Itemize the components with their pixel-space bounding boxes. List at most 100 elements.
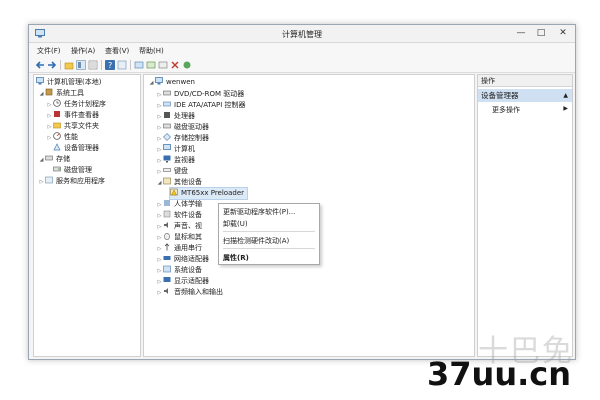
chevron-right-icon[interactable]: ▷ — [46, 133, 53, 144]
scan-hardware-icon[interactable] — [134, 60, 144, 70]
device-category-audio-io[interactable]: ▷ 音频输入和输出 — [156, 287, 223, 298]
device-category-label: 磁盘驱动器 — [174, 123, 209, 131]
context-scan-hardware[interactable]: 扫描检测硬件改动(A) — [223, 236, 289, 246]
device-tree-root-label: wenwen — [166, 78, 195, 86]
help-icon[interactable]: ? — [105, 60, 115, 70]
network-adapter-icon — [163, 254, 171, 262]
tree-item-label: 磁盘管理 — [64, 166, 92, 174]
device-category-label: 存储控制器 — [174, 134, 209, 142]
tree-item-label: 任务计划程序 — [64, 100, 106, 108]
chevron-right-icon[interactable]: ▷ — [156, 288, 163, 299]
device-category-ide[interactable]: ▷ IDE ATA/ATAPI 控制器 — [156, 100, 246, 111]
tree-item-disk-management[interactable]: 磁盘管理 — [53, 165, 92, 176]
tree-item-shared-folders[interactable]: ▷ 共享文件夹 — [46, 121, 99, 132]
update-driver-icon[interactable] — [146, 60, 156, 70]
up-folder-icon[interactable] — [64, 60, 74, 70]
device-category-storage-controllers[interactable]: ▷ 存储控制器 — [156, 133, 209, 144]
device-tree-root[interactable]: ◢ wenwen — [148, 77, 195, 88]
warning-device-icon — [170, 188, 178, 196]
context-properties[interactable]: 属性(R) — [223, 253, 249, 263]
collapse-arrow-icon[interactable]: ▲ — [563, 89, 568, 102]
device-mt65xx-preloader[interactable]: MT65xx Preloader — [168, 187, 249, 200]
maximize-button[interactable]: □ — [531, 25, 551, 42]
show-hide-tree-icon[interactable] — [76, 60, 86, 70]
usb-icon — [163, 243, 171, 251]
minimize-button[interactable]: — — [511, 25, 531, 42]
device-category-display-adapters[interactable]: ▷ 显示适配器 — [156, 276, 209, 287]
menu-file[interactable]: 文件(F) — [37, 46, 61, 56]
device-category-label: 其他设备 — [174, 178, 202, 186]
device-category-usb[interactable]: ▷ 通用串行 — [156, 243, 202, 254]
storage-icon — [45, 154, 53, 162]
context-separator — [223, 248, 315, 249]
device-category-computer[interactable]: ▷ 计算机 — [156, 144, 195, 155]
storage-controller-icon — [163, 133, 171, 141]
toolbar-separator — [60, 60, 61, 70]
device-category-software-devices[interactable]: ▷ 软件设备 — [156, 210, 202, 221]
tree-item-label: 共享文件夹 — [64, 122, 99, 130]
device-category-hid[interactable]: ▷ 人体学输 — [156, 199, 202, 210]
ide-controller-icon — [163, 100, 171, 108]
properties-icon[interactable] — [117, 60, 127, 70]
tree-item-label: 性能 — [64, 133, 78, 141]
menu-help[interactable]: 帮助(H) — [139, 46, 164, 56]
hid-icon — [163, 199, 171, 207]
chevron-down-icon[interactable]: ◢ — [38, 89, 45, 100]
device-category-network-adapters[interactable]: ▷ 网络适配器 — [156, 254, 209, 265]
back-arrow-icon[interactable] — [35, 60, 45, 70]
tree-item-task-scheduler[interactable]: ▷ 任务计划程序 — [46, 99, 106, 110]
device-category-label: 键盘 — [174, 167, 188, 175]
computer-icon — [36, 77, 44, 85]
system-device-icon — [163, 265, 171, 273]
device-category-other-devices[interactable]: ◢ 其他设备 — [156, 177, 202, 188]
device-category-monitors[interactable]: ▷ 监视器 — [156, 155, 195, 166]
uninstall-device-icon[interactable] — [170, 60, 180, 70]
device-category-keyboards[interactable]: ▷ 键盘 — [156, 166, 188, 177]
device-category-system-devices[interactable]: ▷ 系统设备 — [156, 265, 202, 276]
forward-arrow-icon[interactable] — [47, 60, 57, 70]
device-category-disk-drives[interactable]: ▷ 磁盘驱动器 — [156, 122, 209, 133]
context-update-driver[interactable]: 更新驱动程序软件(P)... — [223, 207, 295, 217]
actions-group-device-manager[interactable]: 设备管理器 ▲ — [478, 89, 572, 102]
processor-icon — [163, 111, 171, 119]
context-uninstall[interactable]: 卸载(U) — [223, 219, 248, 229]
device-category-label: 人体学输 — [174, 200, 202, 208]
tree-item-performance[interactable]: ▷ 性能 — [46, 132, 78, 143]
monitor-icon — [163, 155, 171, 163]
device-category-processor[interactable]: ▷ 处理器 — [156, 111, 195, 122]
disable-device-icon[interactable] — [158, 60, 168, 70]
toolbar: ? — [29, 57, 575, 73]
menu-action[interactable]: 操作(A) — [71, 46, 95, 56]
clock-icon — [53, 99, 61, 107]
more-actions-item[interactable]: 更多操作 — [492, 105, 520, 115]
device-category-sound[interactable]: ▷ 声音、视 — [156, 221, 202, 232]
event-viewer-icon — [53, 110, 61, 118]
performance-icon — [53, 132, 61, 140]
svg-text:?: ? — [108, 61, 112, 70]
tree-item-event-viewer[interactable]: ▷ 事件查看器 — [46, 110, 99, 121]
device-category-label: 网络适配器 — [174, 255, 209, 263]
speaker-icon — [163, 221, 171, 229]
tree-item-storage[interactable]: ◢ 存储 — [38, 154, 70, 165]
close-button[interactable]: ✕ — [553, 25, 573, 42]
device-category-label: 鼠标和其 — [174, 233, 202, 241]
actions-header: 操作 — [478, 75, 572, 87]
list-view-icon[interactable] — [88, 60, 98, 70]
tree-item-services-applications[interactable]: ▷ 服务和应用程序 — [38, 176, 105, 187]
submenu-arrow-icon[interactable]: ▶ — [563, 105, 568, 112]
device-category-label: 计算机 — [174, 145, 195, 153]
menu-view[interactable]: 查看(V) — [105, 46, 129, 56]
device-category-mice[interactable]: ▷ 鼠标和其 — [156, 232, 202, 243]
enable-device-icon[interactable] — [182, 60, 192, 70]
device-category-dvd[interactable]: ▷ DVD/CD-ROM 驱动器 — [156, 89, 245, 100]
toolbar-separator — [101, 60, 102, 70]
chevron-down-icon[interactable]: ◢ — [156, 178, 163, 189]
tree-item-system-tools[interactable]: ◢ 系统工具 — [38, 88, 84, 99]
tree-item-label: 存储 — [56, 155, 70, 163]
chevron-right-icon[interactable]: ▷ — [38, 177, 45, 188]
chevron-down-icon[interactable]: ◢ — [38, 155, 45, 166]
tree-item-computer-management[interactable]: 计算机管理(本地) — [36, 77, 101, 88]
computer-management-window: 计算机管理 — □ ✕ 文件(F) 操作(A) 查看(V) 帮助(H) ? 计算… — [28, 24, 576, 360]
chevron-down-icon[interactable]: ◢ — [148, 78, 155, 89]
tree-item-device-manager[interactable]: 设备管理器 — [53, 143, 99, 154]
